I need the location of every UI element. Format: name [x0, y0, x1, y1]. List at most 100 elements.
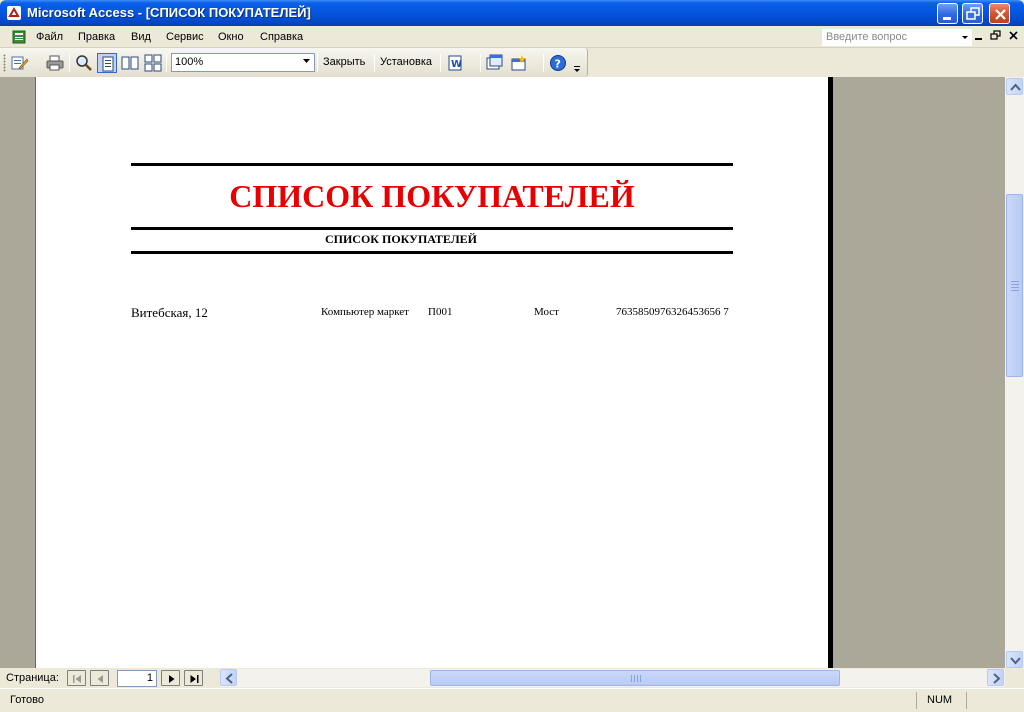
- next-page-button[interactable]: [161, 670, 180, 686]
- help-dropdown-icon[interactable]: [961, 30, 969, 44]
- scrollbar-corner: [1005, 669, 1024, 687]
- status-divider: [966, 692, 967, 709]
- database-window-icon: [486, 54, 503, 70]
- grip-lines-icon: [1011, 281, 1019, 291]
- menu-view[interactable]: Вид: [131, 31, 151, 43]
- vertical-scrollbar[interactable]: [1005, 77, 1024, 668]
- cell-account: 7635850976326453656 7: [616, 306, 729, 318]
- scroll-up-button[interactable]: [1006, 78, 1023, 95]
- cell-code: П001: [428, 306, 453, 318]
- zoom-button[interactable]: [74, 53, 94, 73]
- menu-window[interactable]: Окно: [218, 31, 244, 43]
- view-design-button[interactable]: [10, 53, 30, 73]
- doc-restore-icon[interactable]: [990, 30, 1002, 42]
- window-title: Microsoft Access - [СПИСОК ПОКУПАТЕЛЕЙ]: [27, 5, 311, 20]
- record-navigation-bar: Страница: 1: [0, 668, 1024, 688]
- multiple-pages-icon: [144, 54, 162, 72]
- restore-button[interactable]: [962, 3, 983, 24]
- horizontal-scroll-thumb[interactable]: [430, 670, 840, 686]
- toolbar-separator: [374, 54, 375, 72]
- close-window-button[interactable]: [989, 3, 1010, 24]
- status-bar: Готово NUM: [0, 688, 1024, 712]
- office-links-button[interactable]: W: [446, 53, 466, 73]
- cell-address: Витебская, 12: [131, 305, 208, 320]
- previous-page-icon: [97, 675, 103, 683]
- two-pages-button[interactable]: [120, 53, 140, 73]
- zoom-dropdown-icon[interactable]: [302, 58, 311, 64]
- toolbar-separator: [480, 54, 481, 72]
- report-doc-icon[interactable]: [12, 30, 26, 44]
- title-bar[interactable]: Microsoft Access - [СПИСОК ПОКУПАТЕЛЕЙ]: [0, 0, 1024, 26]
- header-middle-rule: [131, 227, 733, 230]
- printer-icon: [46, 55, 64, 71]
- first-page-icon: [73, 675, 81, 683]
- doc-minimize-icon[interactable]: [973, 30, 985, 42]
- close-preview-button[interactable]: Закрыть: [323, 56, 365, 68]
- new-object-button[interactable]: [509, 53, 529, 73]
- magnifier-icon: [76, 55, 92, 71]
- previous-page-button[interactable]: [90, 670, 109, 686]
- word-link-icon: W: [448, 55, 462, 71]
- report-subtitle: СПИСОК ПОКУПАТЕЛЕЙ: [324, 232, 478, 246]
- database-window-button[interactable]: [485, 53, 505, 73]
- last-page-icon: [190, 675, 199, 683]
- horizontal-scrollbar[interactable]: [220, 669, 1005, 687]
- toolbar-separator: [166, 54, 167, 72]
- doc-close-icon[interactable]: [1008, 30, 1020, 42]
- minimize-button[interactable]: [937, 3, 958, 24]
- menu-help[interactable]: Справка: [260, 31, 303, 43]
- help-button[interactable]: ?: [548, 53, 568, 73]
- num-lock-indicator: NUM: [927, 694, 953, 706]
- access-window: Microsoft Access - [СПИСОК ПОКУПАТЕЛЕЙ] …: [0, 0, 1024, 712]
- toolbar-separator: [440, 54, 441, 72]
- header-top-rule: [131, 163, 733, 166]
- toolbar-grip[interactable]: [3, 54, 6, 72]
- design-pencil-icon: [11, 56, 29, 70]
- grip-lines-icon: [631, 675, 641, 682]
- multiple-pages-button[interactable]: [143, 53, 163, 73]
- last-page-button[interactable]: [184, 670, 203, 686]
- page-setup-button[interactable]: Установка: [380, 56, 432, 68]
- page-edge-shadow: [828, 77, 833, 668]
- toolbar-separator: [317, 54, 318, 72]
- new-object-icon: [511, 55, 526, 71]
- help-question-input[interactable]: Введите вопрос: [822, 29, 972, 46]
- status-text: Готово: [10, 694, 44, 706]
- zoom-combobox[interactable]: 100%: [171, 53, 315, 72]
- help-question-icon: ?: [550, 55, 566, 71]
- minimize-icon: [943, 17, 951, 20]
- menu-tools[interactable]: Сервис: [166, 31, 204, 43]
- menu-file[interactable]: Файл: [36, 31, 63, 43]
- scroll-left-button[interactable]: [220, 669, 237, 686]
- arrow-up-icon: [1010, 83, 1021, 91]
- menu-bar: Файл Правка Вид Сервис Окно Справка Введ…: [0, 26, 1024, 48]
- scroll-right-button[interactable]: [987, 669, 1004, 686]
- one-page-button[interactable]: [97, 53, 117, 73]
- vertical-scroll-thumb[interactable]: [1006, 194, 1023, 377]
- report-title: СПИСОК ПОКУПАТЕЛЕЙ: [229, 178, 635, 214]
- page-number-input[interactable]: 1: [117, 670, 157, 687]
- arrow-left-icon: [225, 673, 233, 684]
- header-bottom-rule: [131, 251, 733, 254]
- svg-text:?: ?: [555, 58, 561, 71]
- next-page-icon: [169, 675, 175, 683]
- two-pages-icon: [121, 56, 139, 70]
- restore-icon: [966, 7, 980, 20]
- first-page-button[interactable]: [67, 670, 86, 686]
- scroll-down-button[interactable]: [1006, 651, 1023, 668]
- toolbar-separator: [543, 54, 544, 72]
- access-key-icon: [7, 6, 21, 20]
- close-icon: [995, 9, 1006, 20]
- status-divider: [916, 692, 917, 709]
- one-page-icon: [102, 56, 114, 72]
- toolbar-options-icon[interactable]: [573, 60, 581, 74]
- arrow-down-icon: [1010, 657, 1021, 665]
- print-button[interactable]: [45, 53, 65, 73]
- report-page[interactable]: СПИСОК ПОКУПАТЕЛЕЙ СПИСОК ПОКУПАТЕЛЕЙ Ви…: [35, 77, 828, 668]
- preview-workspace: СПИСОК ПОКУПАТЕЛЕЙ СПИСОК ПОКУПАТЕЛЕЙ Ви…: [0, 77, 1005, 668]
- cell-company: Компьютер маркет: [321, 306, 409, 318]
- menu-edit[interactable]: Правка: [78, 31, 115, 43]
- arrow-right-icon: [993, 673, 1001, 684]
- svg-text:W: W: [451, 59, 462, 70]
- page-label: Страница:: [6, 672, 59, 684]
